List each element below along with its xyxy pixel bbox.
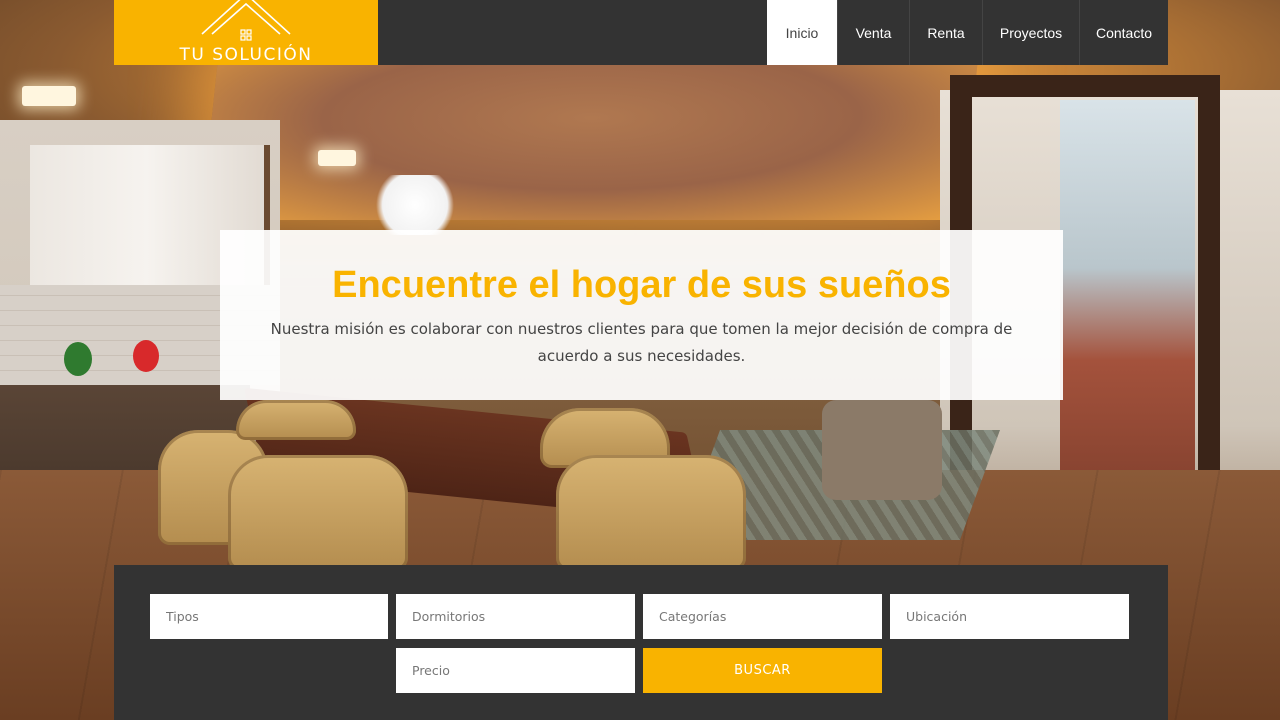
pendant-lamp	[370, 175, 460, 235]
ceiling-light-cove	[201, 50, 979, 220]
nav-item-contacto[interactable]: Contacto	[1080, 0, 1168, 65]
main-nav: Inicio Venta Renta Proyectos Contacto	[767, 0, 1168, 65]
dining-chair	[236, 400, 356, 440]
nav-item-proyectos[interactable]: Proyectos	[983, 0, 1080, 65]
house-roof-icon	[201, 0, 291, 41]
dining-chair	[228, 455, 408, 570]
nav-item-renta[interactable]: Renta	[910, 0, 983, 65]
property-search-panel: BUSCAR	[114, 565, 1168, 720]
hero-card: Encuentre el hogar de sus sueños Nuestra…	[220, 230, 1063, 400]
bedrooms-field[interactable]	[396, 594, 635, 639]
decor-fruit	[133, 340, 159, 372]
ceiling-lamp	[318, 150, 356, 166]
price-field[interactable]	[396, 648, 635, 693]
dining-chair	[556, 455, 746, 570]
hero-subtitle: Nuestra misión es colaborar con nuestros…	[270, 320, 1013, 365]
nav-item-inicio[interactable]: Inicio	[767, 0, 838, 65]
ceiling-lamp	[22, 86, 76, 106]
decor-plant	[64, 342, 92, 376]
armchair	[822, 400, 942, 500]
categories-field[interactable]	[643, 594, 882, 639]
hero-title: Encuentre el hogar de sus sueños	[332, 264, 951, 306]
brand-name: TU SOLUCIÓN	[179, 45, 313, 65]
search-button[interactable]: BUSCAR	[643, 648, 882, 693]
nav-item-venta[interactable]: Venta	[838, 0, 910, 65]
brand-logo[interactable]: TU SOLUCIÓN	[114, 0, 378, 65]
location-field[interactable]	[890, 594, 1129, 639]
types-field[interactable]	[150, 594, 388, 639]
